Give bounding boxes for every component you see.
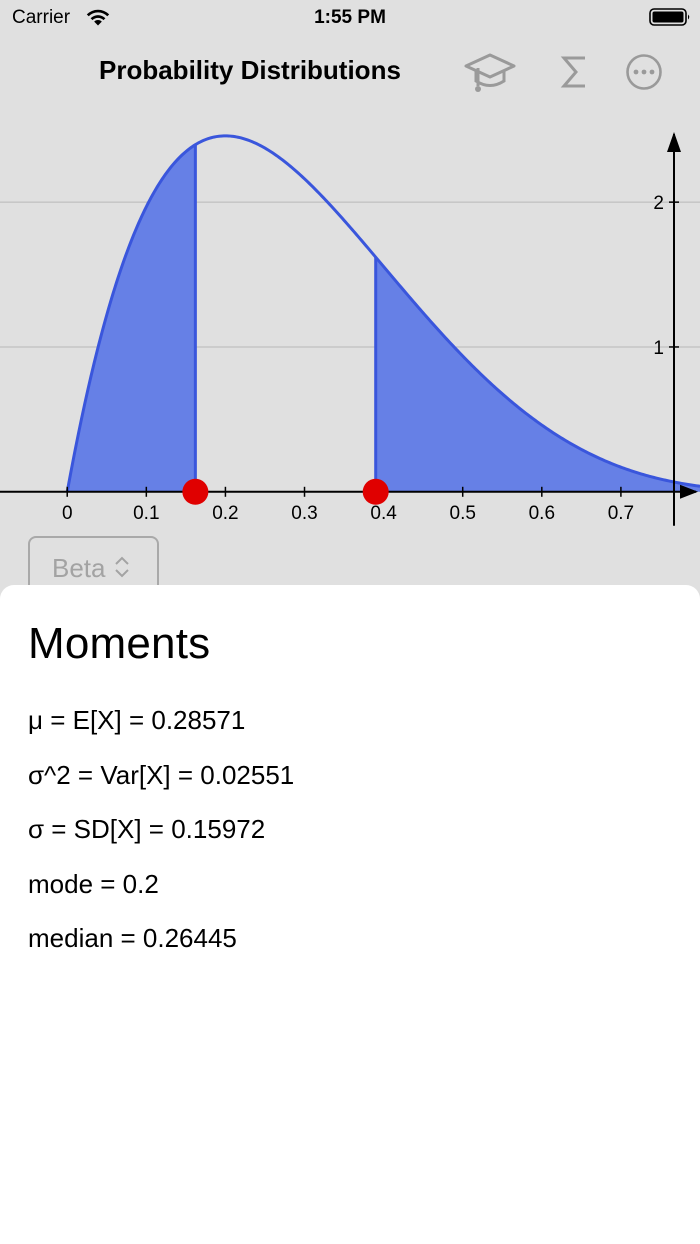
x-tick-label: 0.3 [291, 503, 317, 524]
moments-list: μ = E[X] = 0.28571 σ^2 = Var[X] = 0.0255… [28, 705, 294, 978]
x-tick-label: 0.6 [529, 503, 555, 524]
x-tick-label: 0.4 [370, 503, 397, 524]
lower-bound-handle[interactable] [182, 478, 209, 505]
learn-button[interactable] [462, 48, 518, 96]
navigation-bar: Probability Distributions [0, 38, 700, 108]
status-bar: Carrier 1:55 PM [0, 0, 700, 38]
sigma-icon [560, 56, 585, 88]
moment-mode: mode = 0.2 [28, 868, 159, 899]
distribution-selector-label: Beta [52, 553, 106, 583]
x-tick-label: 0.5 [450, 503, 476, 524]
graduation-cap-icon [464, 53, 516, 92]
sum-button[interactable] [552, 48, 596, 96]
moment-median: median = 0.26445 [28, 923, 237, 954]
y-tick-label: 1 [653, 338, 664, 359]
chevron-up-down-icon [114, 556, 129, 578]
moment-mean: μ = E[X] = 0.28571 [28, 705, 246, 735]
moment-std-dev: σ = SD[X] = 0.15972 [28, 814, 266, 845]
x-tick-label: 0 [62, 503, 73, 524]
battery-icon [649, 8, 690, 26]
shaded-region [375, 257, 700, 492]
moments-sheet: Moments μ = E[X] = 0.28571 σ^2 = Var[X] … [0, 585, 700, 1244]
upper-bound-handle[interactable] [362, 478, 389, 505]
y-axis-arrow [667, 132, 681, 152]
x-tick-label: 0.7 [608, 503, 634, 524]
page-title: Probability Distributions [99, 55, 401, 85]
moments-title: Moments [28, 619, 211, 668]
more-icon [626, 54, 662, 90]
distribution-plot: 0 0.1 0.2 0.3 0.4 0.5 0.6 0.7 1 2 [0, 132, 700, 526]
x-tick-label: 0.1 [133, 503, 159, 524]
y-tick-label: 2 [653, 193, 664, 214]
shaded-region [67, 144, 196, 492]
moment-variance: σ^2 = Var[X] = 0.02551 [28, 759, 295, 790]
clock: 1:55 PM [314, 7, 386, 28]
x-tick-label: 0.2 [212, 503, 238, 524]
more-button[interactable] [621, 48, 667, 96]
